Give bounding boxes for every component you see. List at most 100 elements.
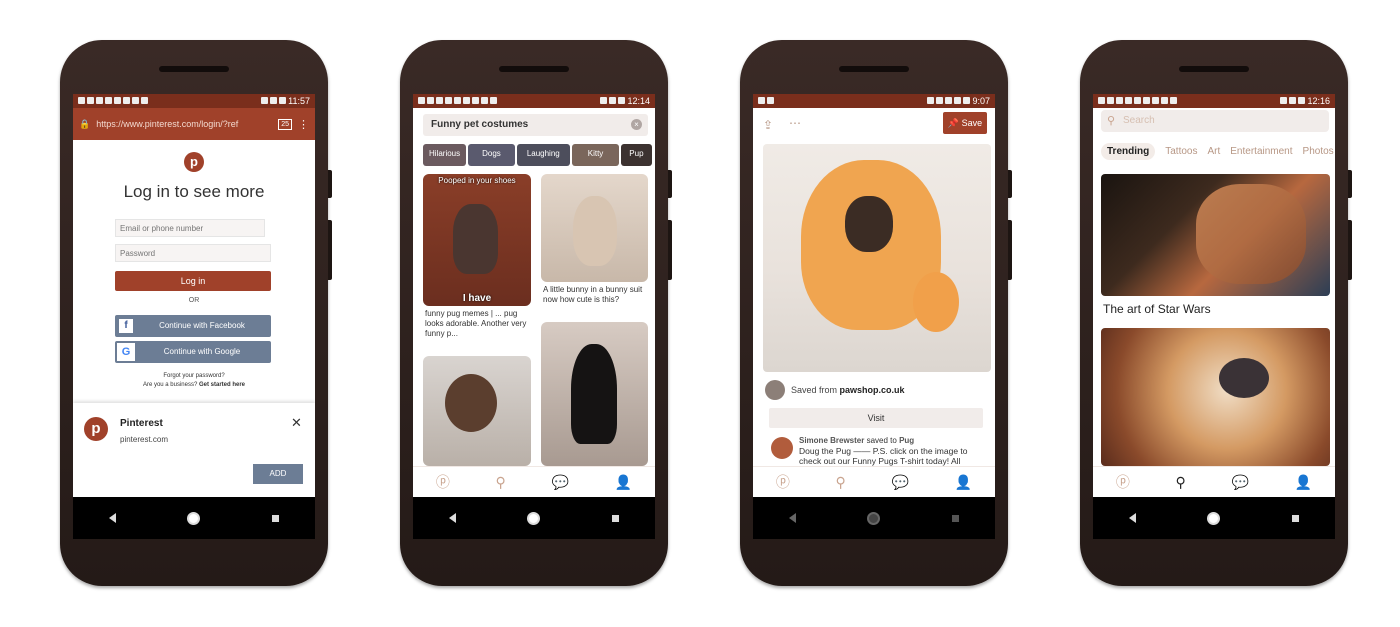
home-icon[interactable] (527, 511, 541, 525)
login-form: p Log in to see more Log in OR f Continu… (73, 140, 315, 404)
tab-trending[interactable]: Trending (1101, 142, 1156, 160)
comment-board[interactable]: Pug (899, 436, 914, 445)
home-icon[interactable] (1207, 511, 1221, 525)
google-label: Continue with Google (163, 347, 241, 356)
profile-tab-icon[interactable]: 👤 (955, 474, 972, 491)
power-button (668, 170, 672, 198)
forgot-password-link[interactable]: Forgot your password? (73, 373, 315, 379)
toy-figure (913, 272, 959, 332)
pin-image-pug-duck[interactable] (763, 144, 991, 372)
recents-icon[interactable] (612, 514, 620, 522)
chip-laughing[interactable]: Laughing (516, 144, 570, 166)
back-icon[interactable] (448, 513, 456, 523)
recents-icon[interactable] (952, 514, 960, 522)
more-horiz-icon[interactable]: ⋯ (789, 116, 801, 130)
source-avatar (765, 380, 785, 400)
chip-hilarious[interactable]: Hilarious (423, 144, 467, 166)
chip-pup[interactable]: Pup (621, 144, 652, 166)
notifications-tab-icon[interactable]: 💬 (552, 474, 569, 491)
home-tab-icon[interactable]: ⓟ (776, 472, 790, 492)
chip-kitty[interactable]: Kitty (571, 144, 620, 166)
search-bar[interactable]: ⚲ Search (1101, 110, 1329, 132)
search-tab-icon[interactable]: ⚲ (496, 474, 506, 491)
get-started-link[interactable]: Get started here (199, 382, 245, 388)
chip-dogs[interactable]: Dogs (468, 144, 515, 166)
home-tab-icon[interactable]: ⓟ (436, 472, 450, 492)
pinterest-logo-icon: p (84, 417, 108, 441)
facebook-button[interactable]: f Continue with Facebook (115, 315, 271, 337)
status-time: 11:57 (288, 96, 310, 106)
home-icon[interactable] (187, 511, 201, 525)
screen: 11:57 🔒 https://www.pinterest.com/login/… (73, 94, 315, 497)
card-food[interactable] (1101, 328, 1330, 466)
comment-text: Doug the Pug —— P.S. click on the image … (799, 446, 968, 466)
profile-tab-icon[interactable]: 👤 (1295, 474, 1312, 491)
visit-button[interactable]: Visit (769, 408, 983, 428)
card-star-wars-art[interactable] (1101, 174, 1330, 296)
home-tab-icon[interactable]: ⓟ (1116, 472, 1130, 492)
close-icon[interactable]: ✕ (291, 415, 302, 431)
commenter-avatar (771, 437, 793, 459)
pin-overlay-bottom: I have (462, 293, 492, 304)
search-input[interactable]: Funny pet costumes (431, 119, 528, 130)
speaker (839, 66, 909, 72)
pin-icon: 📌 (947, 118, 960, 128)
pin-bunny[interactable] (541, 174, 648, 282)
tab-photos[interactable]: Photos (1303, 146, 1334, 157)
tab-tattoos[interactable]: Tattoos (1165, 146, 1197, 157)
banner-title: Pinterest (120, 418, 163, 429)
phone-search-results: 12:14 Funny pet costumes × Hilarious Dog… (400, 40, 672, 586)
back-icon[interactable] (1128, 513, 1136, 523)
food-topping (1219, 358, 1269, 398)
search-tab-icon[interactable]: ⚲ (1176, 474, 1186, 491)
recents-icon[interactable] (272, 514, 280, 522)
bottom-tab-bar: ⓟ ⚲ 💬 👤 (1093, 466, 1335, 497)
add-button[interactable]: ADD (253, 464, 303, 484)
power-button (1348, 170, 1352, 198)
more-vert-icon[interactable]: ⋮ (298, 118, 309, 131)
password-field[interactable] (115, 244, 271, 262)
pin-pug-ewok[interactable] (423, 356, 531, 466)
clear-search-icon[interactable]: × (631, 119, 642, 130)
tab-art[interactable]: Art (1207, 146, 1220, 157)
search-icon: ⚲ (1107, 115, 1116, 127)
speaker (499, 66, 569, 72)
tab-count-button[interactable]: 25 (278, 118, 292, 130)
notifications-tab-icon[interactable]: 💬 (892, 474, 909, 491)
tab-entertainment[interactable]: Entertainment (1230, 146, 1292, 157)
home-icon[interactable] (867, 511, 881, 525)
status-bar: 11:57 (73, 94, 315, 108)
back-icon[interactable] (788, 513, 796, 523)
pin-pug-yoda[interactable]: Pooped in your shoes I have (423, 174, 531, 306)
url-bar[interactable]: https://www.pinterest.com/login/?ref (96, 119, 272, 129)
profile-tab-icon[interactable]: 👤 (615, 474, 632, 491)
google-button[interactable]: G Continue with Google (115, 341, 271, 363)
screen: 12:16 ⚲ Search Trending Tattoos Art Ente… (1093, 94, 1335, 497)
save-button[interactable]: 📌 Save (943, 112, 987, 134)
comment-user[interactable]: Simone Brewster (799, 436, 864, 445)
or-divider: OR (188, 297, 200, 304)
status-time: 12:16 (1307, 96, 1330, 106)
back-icon[interactable] (108, 513, 116, 523)
phone-pin-detail: 9:07 ⇪ ⋯ 📌 Save Saved from pawshop.co.uk… (740, 40, 1012, 586)
search-bar[interactable]: Funny pet costumes × (423, 114, 648, 136)
pug-figure (453, 204, 498, 274)
source-link[interactable]: pawshop.co.uk (840, 385, 905, 395)
facebook-icon: f (119, 319, 133, 333)
power-button (1008, 170, 1012, 198)
email-field[interactable] (115, 219, 265, 237)
business-prompt-text: Are you a business? (142, 382, 198, 388)
search-placeholder: Search (1123, 115, 1155, 126)
android-nav-bar (73, 497, 315, 539)
business-prompt: Are you a business? Get started here (73, 382, 315, 388)
notifications-tab-icon[interactable]: 💬 (1232, 474, 1249, 491)
pug-face (845, 196, 893, 252)
pin-pug-vader[interactable] (541, 322, 648, 466)
page-title: Log in to see more (123, 182, 265, 201)
search-tab-icon[interactable]: ⚲ (836, 474, 846, 491)
login-button[interactable]: Log in (115, 271, 271, 291)
google-icon: G (117, 343, 135, 361)
share-icon[interactable]: ⇪ (763, 118, 773, 132)
recents-icon[interactable] (1292, 514, 1300, 522)
card-title: The art of Star Wars (1103, 302, 1211, 316)
